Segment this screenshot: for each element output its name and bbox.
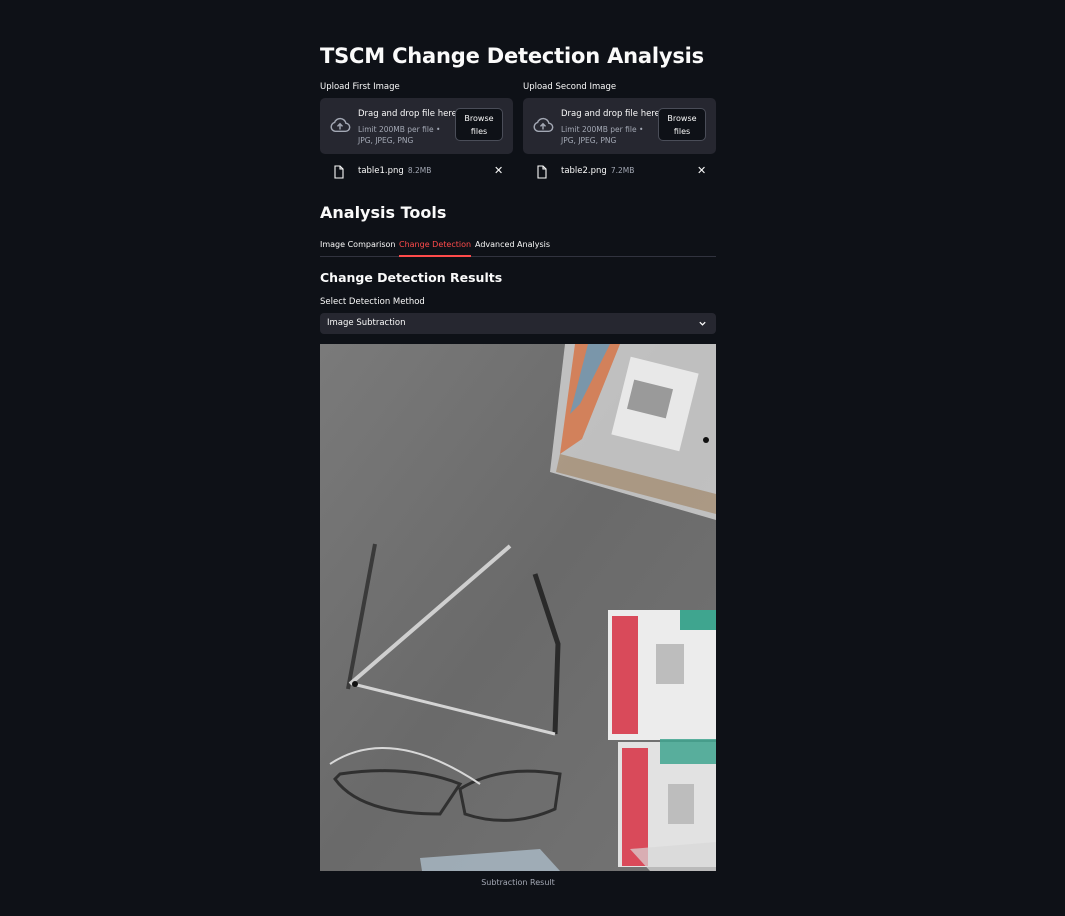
dropzone-limit: Limit 200MB per file • JPG, JPEG, PNG bbox=[358, 125, 441, 145]
file-name-text: table2.png bbox=[561, 166, 607, 176]
cloud-upload-icon bbox=[330, 117, 351, 133]
tab-change-detection[interactable]: Change Detection bbox=[399, 240, 472, 257]
selected-method: Image Subtraction bbox=[327, 318, 406, 328]
chevron-down-icon bbox=[699, 321, 706, 326]
analysis-tools-heading: Analysis Tools bbox=[320, 203, 447, 222]
results-heading: Change Detection Results bbox=[320, 270, 503, 285]
file-size: 8.2MB bbox=[407, 166, 432, 175]
result-image-art bbox=[320, 344, 716, 871]
file-icon bbox=[537, 165, 547, 179]
file-icon bbox=[334, 165, 344, 179]
dropzone-title: Drag and drop file here bbox=[358, 109, 457, 119]
tab-image-comparison[interactable]: Image Comparison bbox=[320, 240, 396, 249]
page-title: TSCM Change Detection Analysis bbox=[320, 44, 704, 68]
dropzone-limit: Limit 200MB per file • JPG, JPEG, PNG bbox=[561, 125, 644, 145]
uploaded-file-row: table2.png 7.2MB ✕ bbox=[523, 162, 716, 182]
file-name: table2.png 7.2MB bbox=[561, 166, 634, 176]
detection-method-label: Select Detection Method bbox=[320, 297, 425, 307]
uploader-label: Upload Second Image bbox=[523, 82, 617, 92]
uploaded-file-row: table1.png 8.2MB ✕ bbox=[320, 162, 513, 182]
uploader-label: Upload First Image bbox=[320, 82, 400, 92]
tab-advanced-analysis[interactable]: Advanced Analysis bbox=[475, 240, 550, 249]
dropzone-title: Drag and drop file here bbox=[561, 109, 660, 119]
tab-bar: Image Comparison Change Detection Advanc… bbox=[320, 236, 716, 257]
remove-file-close-icon[interactable]: ✕ bbox=[697, 164, 706, 177]
file-name: table1.png 8.2MB bbox=[358, 166, 431, 176]
browse-files-button[interactable]: Browse files bbox=[658, 108, 706, 141]
file-size: 7.2MB bbox=[610, 166, 635, 175]
browse-files-button[interactable]: Browse files bbox=[455, 108, 503, 141]
cloud-upload-icon bbox=[533, 117, 554, 133]
image-caption: Subtraction Result bbox=[481, 878, 555, 887]
detection-method-select[interactable]: Image Subtraction bbox=[320, 313, 716, 334]
sandisk-packages bbox=[608, 610, 716, 867]
subtraction-result-image bbox=[320, 344, 716, 871]
remove-file-close-icon[interactable]: ✕ bbox=[494, 164, 503, 177]
file-name-text: table1.png bbox=[358, 166, 404, 176]
dropzone[interactable]: Drag and drop file here Limit 200MB per … bbox=[523, 98, 716, 154]
dropzone[interactable]: Drag and drop file here Limit 200MB per … bbox=[320, 98, 513, 154]
